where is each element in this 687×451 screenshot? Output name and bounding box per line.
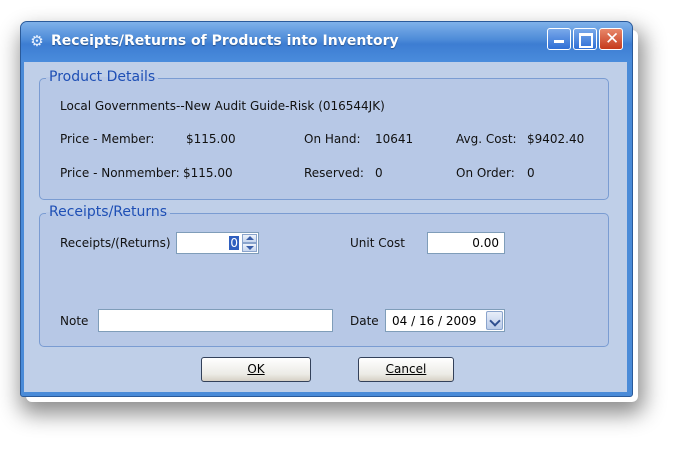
note-label: Note [60,314,89,328]
price-nonmember-label: Price - Nonmember: [60,166,180,180]
maximize-button[interactable] [573,28,597,50]
maximize-icon [579,33,593,48]
reserved-label: Reserved: [304,166,364,180]
title-bar[interactable]: ⚙ Receipts/Returns of Products into Inve… [21,22,632,62]
spinner-up-button[interactable] [242,234,257,243]
receipts-returns-value[interactable]: 0 [229,236,239,250]
close-button[interactable]: ✕ [599,28,623,50]
date-picker[interactable]: 04 / 16 / 2009 [385,309,505,332]
avg-cost-label: Avg. Cost: [456,132,517,146]
dialog-window: ⚙ Receipts/Returns of Products into Inve… [20,21,633,397]
reserved-value: 0 [375,166,383,180]
date-dropdown-button[interactable] [486,311,503,330]
window-title: Receipts/Returns of Products into Invent… [51,33,399,49]
product-details-legend: Product Details [46,69,159,85]
on-hand-label: On Hand: [304,132,361,146]
on-order-value: 0 [527,166,535,180]
dialog-client-area: Product Details Local Governments--New A… [24,62,627,392]
product-details-group: Product Details Local Governments--New A… [39,69,609,200]
receipts-returns-spinner[interactable]: 0 [176,232,259,254]
chevron-down-icon [489,315,501,327]
date-label: Date [350,314,379,328]
close-icon: ✕ [605,29,620,49]
receipts-returns-legend: Receipts/Returns [46,204,171,220]
unit-cost-label: Unit Cost [350,236,405,250]
on-order-label: On Order: [456,166,515,180]
minimize-icon [554,40,564,43]
product-name: Local Governments--New Audit Guide-Risk … [60,99,385,113]
receipts-returns-group: Receipts/Returns Receipts/(Returns) 0 Un… [39,204,609,347]
ok-button[interactable]: OK [201,357,311,382]
on-hand-value: 10641 [375,132,414,146]
price-nonmember-value: $115.00 [183,166,233,180]
spinner-down-button[interactable] [242,243,257,252]
unit-cost-value: 0.00 [472,236,499,250]
note-input[interactable] [98,309,333,332]
unit-cost-input[interactable]: 0.00 [427,232,505,254]
gear-icon: ⚙ [30,32,44,50]
price-member-value: $115.00 [186,132,236,146]
cancel-button[interactable]: Cancel [358,357,454,382]
receipts-returns-label: Receipts/(Returns) [60,236,171,250]
avg-cost-value: $9402.40 [527,132,585,146]
date-value: 04 / 16 / 2009 [392,314,477,328]
minimize-button[interactable] [547,28,571,50]
price-member-label: Price - Member: [60,132,155,146]
spin-down-icon [246,246,254,250]
spin-up-icon [246,236,254,240]
